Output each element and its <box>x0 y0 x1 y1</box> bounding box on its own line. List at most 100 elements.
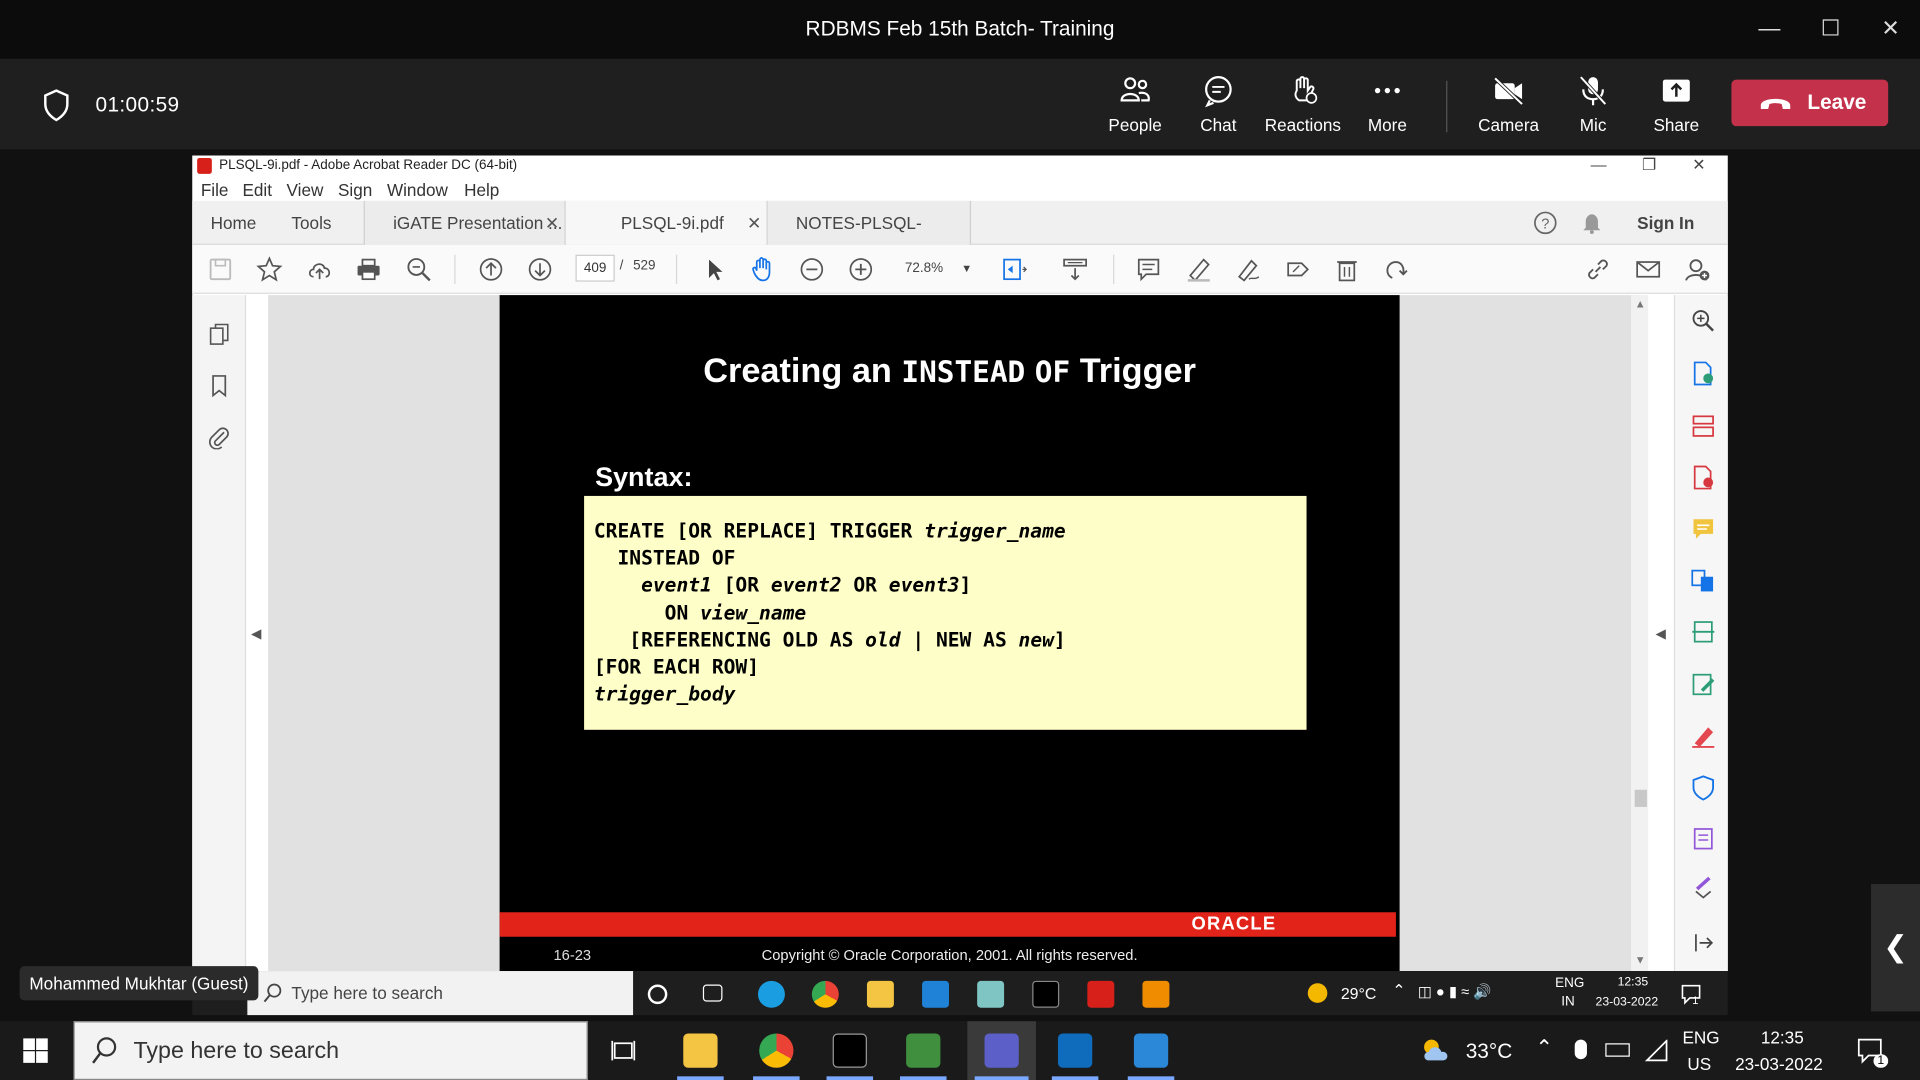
microphone-icon[interactable] <box>1574 1039 1587 1060</box>
taskbar-search-box[interactable]: Type here to search <box>73 1021 588 1080</box>
zoom-out-button[interactable] <box>798 256 825 283</box>
terminal-icon[interactable] <box>1032 980 1060 1008</box>
highlight-button[interactable] <box>1185 256 1212 283</box>
tab-plsql-9i[interactable]: PLSQL-9i.pdf <box>565 200 768 245</box>
tray-chevron-up-icon[interactable]: ⌃ <box>1536 1036 1553 1060</box>
comment-button[interactable] <box>1135 256 1162 283</box>
scroll-down-icon[interactable]: ▼ <box>1635 954 1646 966</box>
bookmark-icon[interactable] <box>207 373 231 398</box>
chat-button[interactable]: Chat <box>1176 73 1262 139</box>
tab-home[interactable]: Home <box>211 201 257 245</box>
magnifier-icon[interactable] <box>1690 307 1717 334</box>
menu-help[interactable]: Help <box>464 180 499 200</box>
file-explorer-icon[interactable] <box>866 980 894 1008</box>
scrollbar-thumb[interactable] <box>1634 789 1647 807</box>
collapse-pane-icon[interactable] <box>1690 929 1717 956</box>
scan-ocr-icon[interactable] <box>1690 618 1717 645</box>
edge-icon[interactable] <box>757 980 785 1008</box>
menu-sign[interactable]: Sign <box>338 180 372 200</box>
tab-notes-plsql[interactable]: NOTES-PLSQL-Less... <box>767 200 972 277</box>
share-user-button[interactable] <box>1684 256 1711 283</box>
edit-button[interactable] <box>1285 256 1312 283</box>
task-view-icon[interactable] <box>610 1037 637 1064</box>
leave-button[interactable]: Leave <box>1731 79 1889 127</box>
chrome-icon[interactable] <box>811 980 839 1008</box>
acrobat-close-button[interactable]: ✕ <box>1692 156 1705 176</box>
menu-file[interactable]: File <box>201 180 229 200</box>
select-tool-button[interactable] <box>700 256 727 283</box>
scroll-up-icon[interactable]: ▲ <box>1635 298 1646 310</box>
menu-view[interactable]: View <box>287 180 324 200</box>
tab-tools[interactable]: Tools <box>291 201 331 245</box>
task-view-icon[interactable] <box>702 984 723 1002</box>
menu-window[interactable]: Window <box>387 180 448 200</box>
battery-icon[interactable] <box>1605 1043 1630 1057</box>
print-button[interactable] <box>355 256 382 283</box>
attachment-icon[interactable] <box>207 425 231 450</box>
more-tools-icon[interactable] <box>1690 825 1717 852</box>
vscode-icon[interactable] <box>922 980 949 1008</box>
share-link-button[interactable] <box>1585 256 1612 283</box>
maximize-button[interactable]: ☐ <box>1806 10 1855 47</box>
tray-icons[interactable]: ◫ ● ▮ ≈ 🔊 <box>1418 983 1492 1000</box>
photos-icon[interactable] <box>1133 1033 1169 1068</box>
camera-button[interactable]: Camera <box>1466 73 1552 139</box>
notepad-plus-plus-icon[interactable] <box>906 1033 941 1068</box>
menu-edit[interactable]: Edit <box>242 180 272 200</box>
notification-bell-icon[interactable] <box>1580 211 1604 235</box>
page-thumbnails-icon[interactable] <box>207 322 231 346</box>
next-page-button[interactable] <box>527 256 554 283</box>
sign-in-link[interactable]: Sign In <box>1637 201 1694 245</box>
windows-start-icon[interactable] <box>22 1037 49 1064</box>
cortana-icon[interactable] <box>647 984 668 1005</box>
collapse-right-icon[interactable]: ◀ <box>1656 626 1666 642</box>
taskbar-search-box[interactable]: Type here to search <box>247 971 634 1016</box>
tab-igate-presentation[interactable]: iGATE Presentation ... <box>363 200 566 245</box>
bookmark-star-button[interactable] <box>256 256 283 283</box>
fill-sign-button[interactable] <box>1234 256 1261 283</box>
notification-icon[interactable] <box>1680 983 1702 1005</box>
zoom-in-button[interactable] <box>847 256 874 283</box>
export-pdf-icon[interactable] <box>1690 360 1717 387</box>
chrome-icon[interactable] <box>759 1033 794 1068</box>
organize-pages-icon[interactable] <box>1690 413 1717 440</box>
save-button[interactable] <box>207 256 234 283</box>
teams-icon[interactable] <box>984 1033 1019 1068</box>
tray-chevron-up-icon[interactable]: ⌃ <box>1392 981 1405 1001</box>
upload-button[interactable] <box>306 256 333 283</box>
vertical-scrollbar[interactable]: ▲ ▼ <box>1631 295 1649 972</box>
scrolling-mode-button[interactable] <box>1062 256 1089 283</box>
acrobat-minimize-button[interactable]: — <box>1591 156 1607 174</box>
tab-close-icon[interactable]: ✕ <box>747 201 761 245</box>
email-button[interactable] <box>1635 256 1662 283</box>
protect-shield-icon[interactable] <box>1690 774 1717 801</box>
combine-files-icon[interactable] <box>1690 567 1717 594</box>
page-number-input[interactable]: 409 <box>575 254 615 282</box>
acrobat-restore-button[interactable]: ❐ <box>1642 156 1656 176</box>
mic-button[interactable]: Mic <box>1550 73 1636 139</box>
edit-pdf-icon[interactable] <box>1690 671 1717 698</box>
fill-sign-icon[interactable] <box>1690 722 1717 749</box>
prev-page-button[interactable] <box>478 256 505 283</box>
reactions-button[interactable]: Reactions <box>1260 73 1346 139</box>
tab-close-icon[interactable]: ✕ <box>545 201 559 245</box>
close-button[interactable]: ✕ <box>1866 10 1915 47</box>
help-icon[interactable]: ? <box>1533 211 1557 235</box>
zoom-level-dropdown[interactable]: 72.8% ▼ <box>895 255 976 282</box>
minimize-button[interactable]: — <box>1745 10 1794 47</box>
terminal-icon[interactable] <box>832 1033 867 1068</box>
acrobat-icon[interactable] <box>1087 980 1115 1008</box>
more-button[interactable]: More <box>1345 73 1431 139</box>
app-icon[interactable] <box>977 980 1005 1008</box>
delete-button[interactable] <box>1333 256 1360 283</box>
people-button[interactable]: People <box>1092 73 1178 139</box>
wifi-icon[interactable] <box>1644 1039 1669 1062</box>
share-button[interactable]: Share <box>1633 73 1719 139</box>
zoom-search-button[interactable] <box>405 256 432 283</box>
rotate-button[interactable] <box>1382 256 1409 283</box>
hand-tool-button[interactable] <box>749 256 776 283</box>
comment-tool-icon[interactable] <box>1690 516 1717 543</box>
sign-tool-icon[interactable] <box>1690 873 1717 900</box>
create-pdf-icon[interactable] <box>1690 464 1717 491</box>
collapse-left-icon[interactable]: ◀ <box>251 626 261 642</box>
